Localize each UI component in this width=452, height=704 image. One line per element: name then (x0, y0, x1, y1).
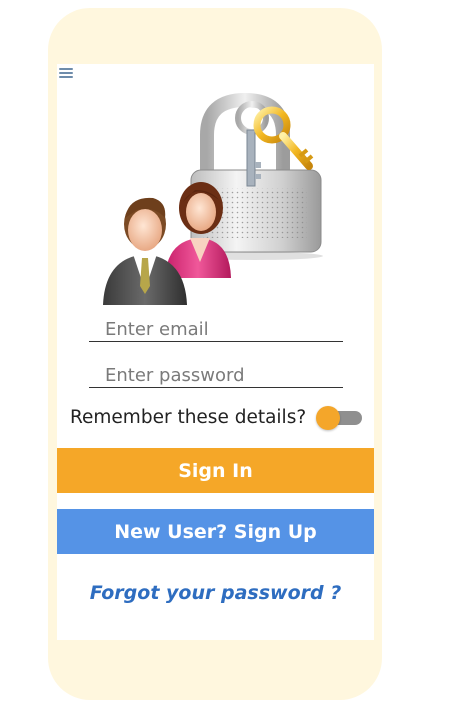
toggle-knob (316, 406, 340, 430)
users-with-padlock-and-keys-icon (103, 92, 323, 305)
sign-up-button[interactable]: New User? Sign Up (57, 509, 374, 554)
hamburger-menu-icon[interactable] (59, 66, 73, 80)
forgot-password-link[interactable]: Forgot your password ? (57, 582, 374, 604)
sign-in-button[interactable]: Sign In (57, 448, 374, 493)
password-field[interactable] (89, 364, 343, 388)
remember-details-toggle[interactable] (316, 406, 362, 430)
email-field[interactable] (89, 318, 343, 342)
remember-details-label: Remember these details? (70, 407, 307, 428)
